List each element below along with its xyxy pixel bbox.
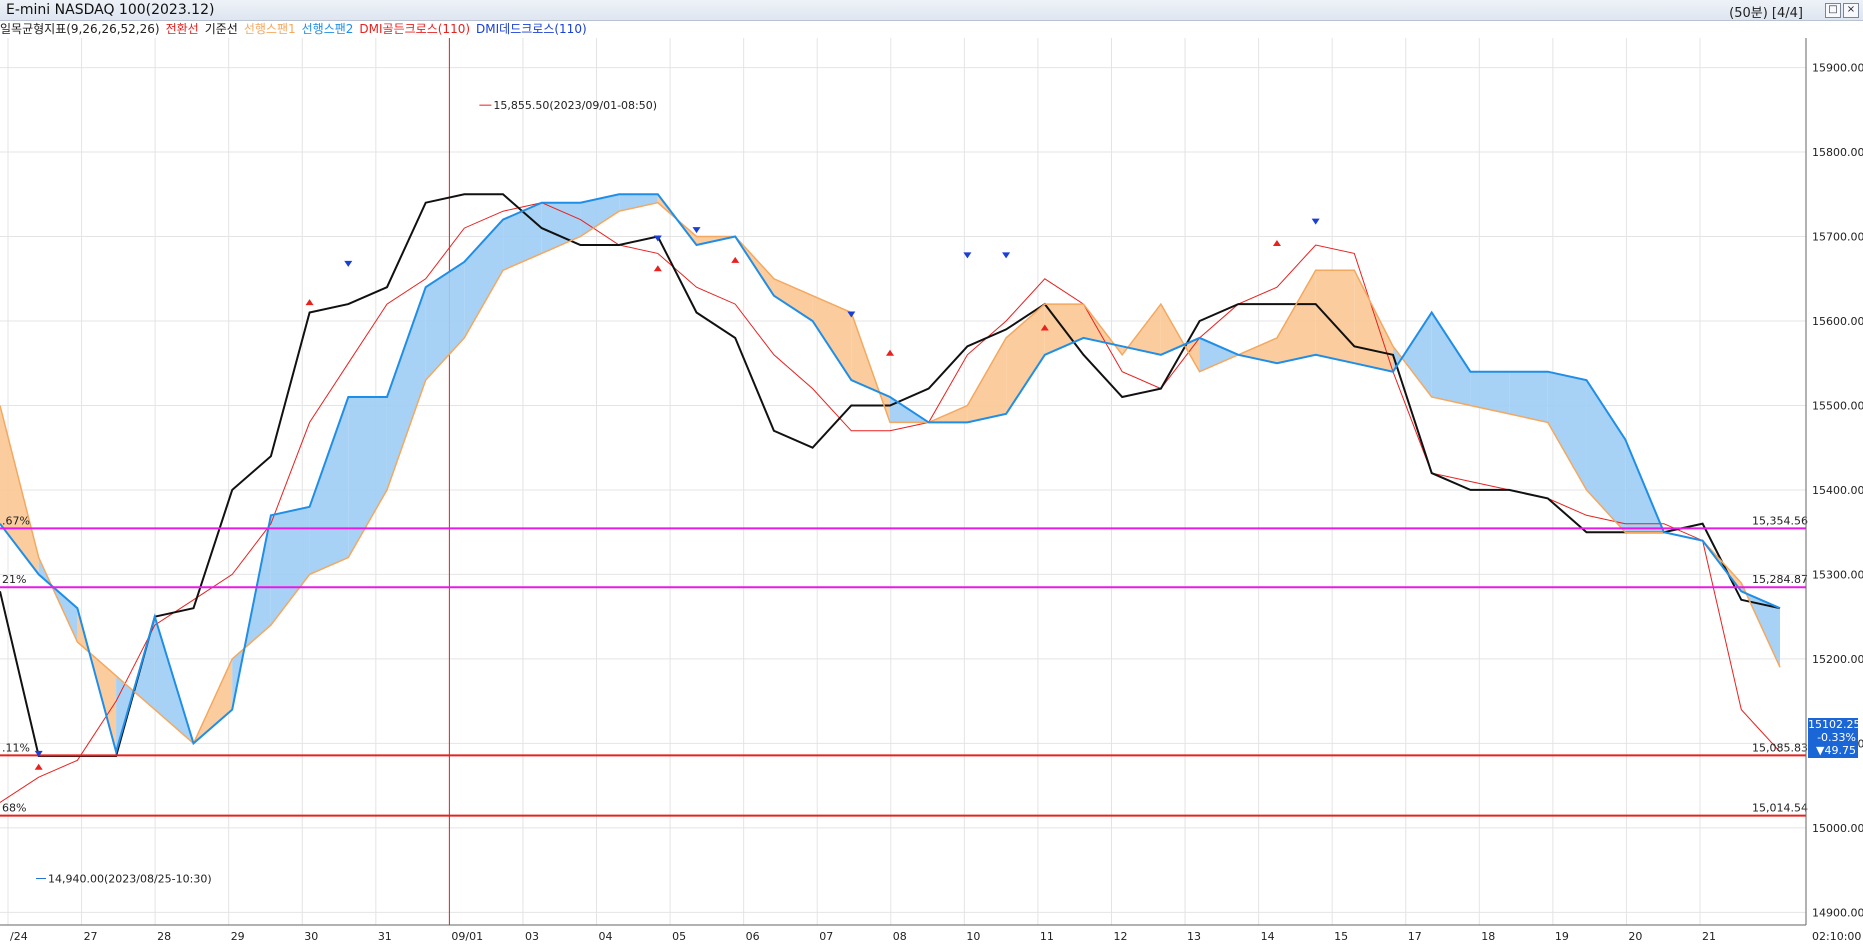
x-tick-label: 13 bbox=[1187, 930, 1201, 943]
cloud-segment bbox=[348, 397, 387, 558]
x-tick-label: 04 bbox=[599, 930, 613, 943]
x-tick-label: 17 bbox=[1408, 930, 1422, 943]
series-line-3 bbox=[0, 193, 1781, 756]
x-tick-label: 03 bbox=[525, 930, 539, 943]
axes: 15900.00 15800.00 15700.00 15600.00 15500.00… bbox=[0, 38, 1863, 943]
y-tick-label: 15000.00 bbox=[1812, 822, 1863, 835]
current-price-box: 15102.25 -0.33% ▼49.75 bbox=[1808, 718, 1861, 758]
dead-cross-marker bbox=[1002, 252, 1011, 259]
cloud-segment bbox=[1431, 312, 1471, 406]
cloud-segment bbox=[309, 397, 349, 575]
price-level-pct: 21% bbox=[2, 573, 26, 586]
x-tick-label: 30 bbox=[304, 930, 318, 943]
x-tick-label: 19 bbox=[1555, 930, 1569, 943]
cloud-segment bbox=[1315, 270, 1355, 364]
golden-cross-marker bbox=[653, 265, 662, 272]
price-level-label: 15,284.87 bbox=[1752, 573, 1808, 586]
high-annotation-label: 15,855.50(2023/09/01-08:50) bbox=[493, 99, 657, 112]
y-tick-label: 14900.00 bbox=[1812, 906, 1863, 919]
cloud bbox=[0, 194, 1780, 752]
price-level-label: 15,014.54 bbox=[1752, 802, 1808, 815]
x-tick-label: 14 bbox=[1261, 930, 1275, 943]
golden-cross-marker bbox=[305, 299, 314, 306]
price-level-label: 15,085.83 bbox=[1752, 741, 1808, 754]
cloud-segment bbox=[425, 261, 465, 381]
cloud-segment bbox=[1547, 371, 1587, 490]
grid bbox=[0, 38, 1806, 925]
y-tick-label: 15900.00 bbox=[1812, 62, 1863, 75]
x-tick-label: 29 bbox=[231, 930, 245, 943]
x-tick-label: 10 bbox=[966, 930, 980, 943]
cloud-segment bbox=[1199, 337, 1239, 372]
cloud-segment bbox=[270, 506, 310, 626]
y-tick-label: 15800.00 bbox=[1812, 146, 1863, 159]
x-tick-label: 11 bbox=[1040, 930, 1054, 943]
series-line-1 bbox=[0, 193, 1781, 757]
x-tick-label: 21 bbox=[1702, 930, 1716, 943]
golden-cross-marker bbox=[1272, 239, 1281, 246]
current-change-pct: -0.33% bbox=[1817, 731, 1856, 744]
ichimoku-chart[interactable]: 15,354.56.67%15,284.8721%15,085.83.11%15… bbox=[0, 0, 1863, 947]
y-tick-label: 15400.00 bbox=[1812, 484, 1863, 497]
current-price: 15102.25 bbox=[1808, 718, 1861, 731]
price-level-pct: .67% bbox=[2, 514, 30, 527]
x-tick-label: 18 bbox=[1481, 930, 1495, 943]
x-tick-label: 15 bbox=[1334, 930, 1348, 943]
cloud-segment bbox=[386, 287, 426, 490]
series-line-2 bbox=[0, 201, 1781, 745]
x-tick-label: 12 bbox=[1113, 930, 1127, 943]
dead-cross-marker bbox=[344, 260, 353, 267]
x-tick-label: 20 bbox=[1628, 930, 1642, 943]
dead-cross-marker bbox=[692, 227, 701, 234]
chart-window: E-mini NASDAQ 100(2023.12) (50분) [4/4] □… bbox=[0, 0, 1863, 947]
cloud-segment bbox=[812, 295, 852, 381]
cloud-segment bbox=[1276, 270, 1316, 364]
price-level-label: 15,354.56 bbox=[1752, 514, 1808, 527]
price-level-pct: .11% bbox=[2, 741, 30, 754]
x-tick-label: 08 bbox=[893, 930, 907, 943]
y-tick-label: 15700.00 bbox=[1812, 231, 1863, 244]
golden-cross-marker bbox=[886, 349, 894, 356]
x-tick-label: 27 bbox=[84, 930, 98, 943]
x-tick-label: 05 bbox=[672, 930, 686, 943]
series-line-0 bbox=[0, 202, 1781, 803]
cloud-segment bbox=[541, 202, 581, 254]
x-tick-label: 31 bbox=[378, 930, 392, 943]
indicator-lines bbox=[0, 193, 1781, 803]
price-level-pct: 68% bbox=[2, 802, 26, 815]
x-tick-label: 28 bbox=[157, 930, 171, 943]
y-tick-label: 15500.00 bbox=[1812, 399, 1863, 412]
x-tick-label: 09/01 bbox=[451, 930, 483, 943]
cloud-segment bbox=[464, 219, 504, 338]
cloud-segment bbox=[1470, 371, 1510, 414]
cloud-segment bbox=[1586, 380, 1626, 533]
y-tick-label: 15200.00 bbox=[1812, 653, 1863, 666]
golden-cross-marker bbox=[731, 256, 740, 263]
cloud-segment bbox=[619, 194, 658, 212]
low-annotation-label: 14,940.00(2023/08/25-10:30) bbox=[48, 873, 212, 886]
x-last-time-label: 02:10:00 bbox=[1812, 930, 1861, 943]
dead-cross-marker bbox=[1311, 218, 1320, 225]
cloud-segment bbox=[967, 337, 1007, 423]
x-tick-label: /24 bbox=[10, 930, 28, 943]
x-tick-label: 06 bbox=[746, 930, 760, 943]
current-change: ▼49.75 bbox=[1816, 744, 1856, 757]
golden-cross-marker bbox=[34, 763, 43, 770]
cloud-segment bbox=[503, 202, 542, 271]
x-tick-label: 07 bbox=[819, 930, 833, 943]
y-tick-label: 15600.00 bbox=[1812, 315, 1863, 328]
y-tick-label: 15300.00 bbox=[1812, 568, 1863, 581]
